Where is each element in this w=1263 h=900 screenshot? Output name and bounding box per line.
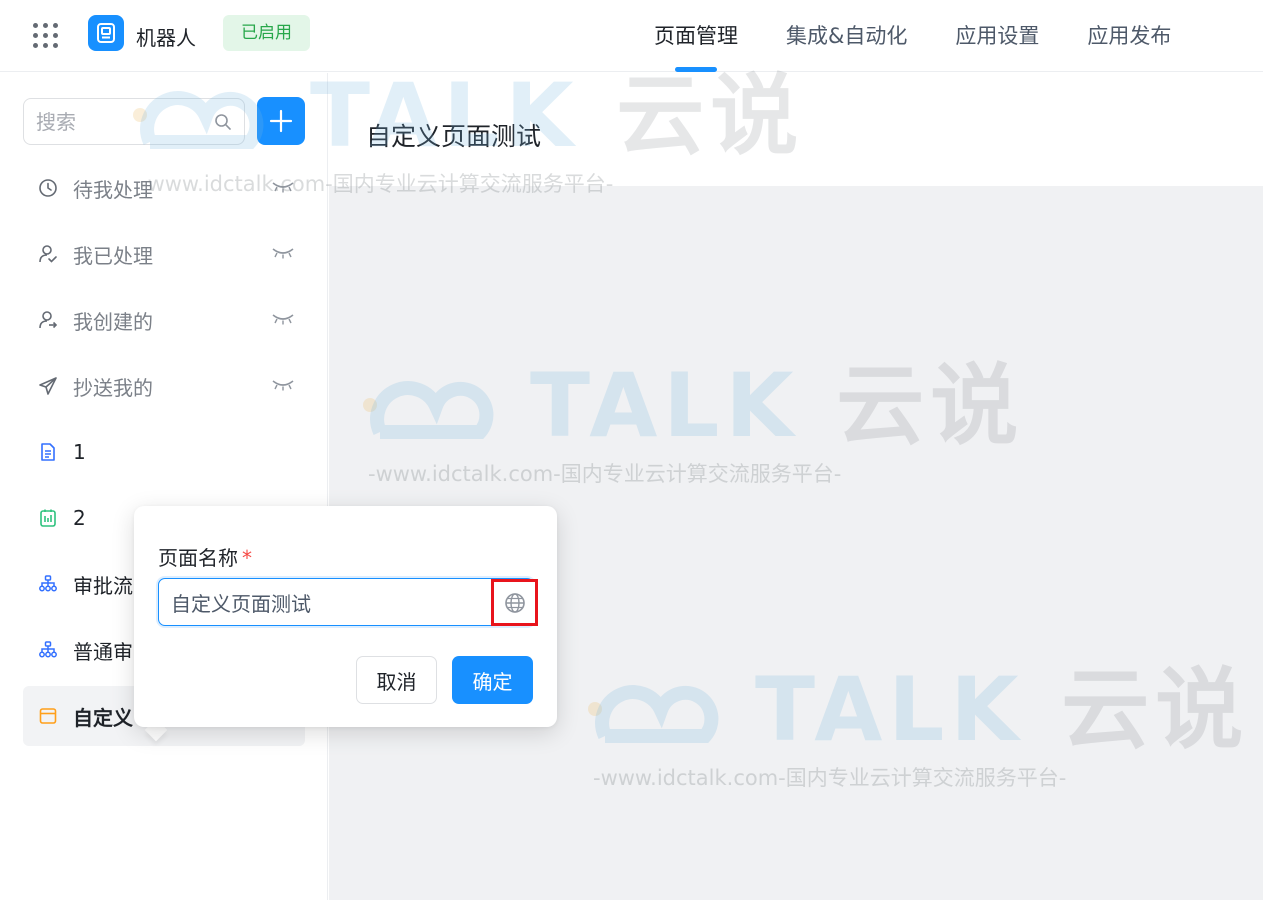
app-name: 机器人 (136, 26, 196, 50)
globe-icon (504, 592, 525, 613)
top-header: 机器人 已启用 页面管理 集成&自动化 应用设置 应用发布 (0, 0, 1263, 72)
flow-icon (37, 639, 59, 661)
sidebar-item-label: 抄送我的 (73, 375, 153, 400)
flow-icon (37, 573, 59, 595)
eye-closed-icon[interactable] (271, 378, 295, 392)
report-icon (37, 507, 59, 529)
app-grid-icon[interactable] (33, 23, 59, 49)
sidebar-item-cc[interactable]: 抄送我的 (23, 356, 305, 416)
tab-integration-automation[interactable]: 集成&自动化 (786, 0, 907, 72)
sidebar-item-pending[interactable]: 待我处理 (23, 158, 305, 218)
sidebar-item-label: 自定义 (73, 705, 133, 730)
search-icon[interactable] (214, 113, 232, 131)
sidebar: 待我处理 我已处理 我创建的 抄送我的 (0, 73, 328, 900)
search-box (23, 98, 245, 145)
page-name-input[interactable] (171, 579, 489, 625)
eye-closed-icon[interactable] (271, 246, 295, 260)
page-name-field (158, 578, 534, 626)
page-name-label: 页面名称 * (158, 546, 252, 570)
paper-plane-icon (37, 375, 59, 397)
user-check-icon (37, 243, 59, 265)
confirm-button[interactable]: 确定 (452, 656, 533, 704)
sidebar-item-label: 我创建的 (73, 309, 153, 334)
sidebar-item-label: 普通审 (73, 639, 133, 664)
sidebar-item-label: 审批流 (73, 573, 133, 598)
top-nav: 页面管理 集成&自动化 应用设置 应用发布 (654, 0, 1219, 72)
cancel-button[interactable]: 取消 (356, 656, 437, 704)
sidebar-item-label: 2 (73, 506, 86, 530)
user-arrow-icon (37, 309, 59, 331)
eye-closed-icon[interactable] (271, 180, 295, 194)
tab-page-management[interactable]: 页面管理 (654, 0, 738, 72)
tab-app-settings[interactable]: 应用设置 (955, 0, 1039, 72)
sidebar-item-label: 待我处理 (73, 177, 153, 202)
rename-page-popover: 页面名称* 取消 确定 (134, 506, 557, 727)
sidebar-item-page-1[interactable]: 1 (23, 422, 305, 482)
eye-closed-icon[interactable] (271, 312, 295, 326)
document-icon (37, 441, 59, 463)
page-title: 自定义页面测试 (366, 122, 542, 151)
sidebar-item-label: 我已处理 (73, 243, 153, 268)
custom-page-icon (37, 705, 59, 727)
app-logo-icon (88, 15, 124, 51)
multilingual-button[interactable] (491, 579, 538, 626)
required-mark: * (242, 546, 252, 570)
plus-icon (269, 109, 293, 133)
sidebar-item-processed[interactable]: 我已处理 (23, 224, 305, 284)
search-input[interactable] (36, 99, 206, 144)
sidebar-item-created[interactable]: 我创建的 (23, 290, 305, 350)
clock-icon (37, 177, 59, 199)
add-page-button[interactable] (257, 97, 305, 145)
tab-app-publish[interactable]: 应用发布 (1087, 0, 1171, 72)
status-badge: 已启用 (223, 15, 310, 51)
sidebar-item-label: 1 (73, 440, 86, 464)
